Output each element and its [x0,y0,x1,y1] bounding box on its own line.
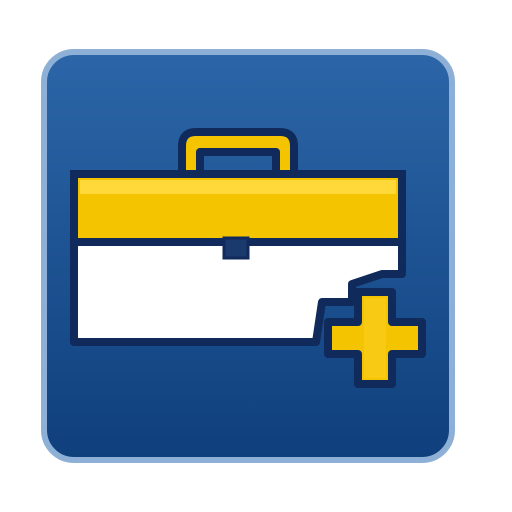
add-toolbox-icon[interactable] [40,48,456,464]
icon-canvas [0,0,512,512]
toolbox-latch [222,236,250,260]
